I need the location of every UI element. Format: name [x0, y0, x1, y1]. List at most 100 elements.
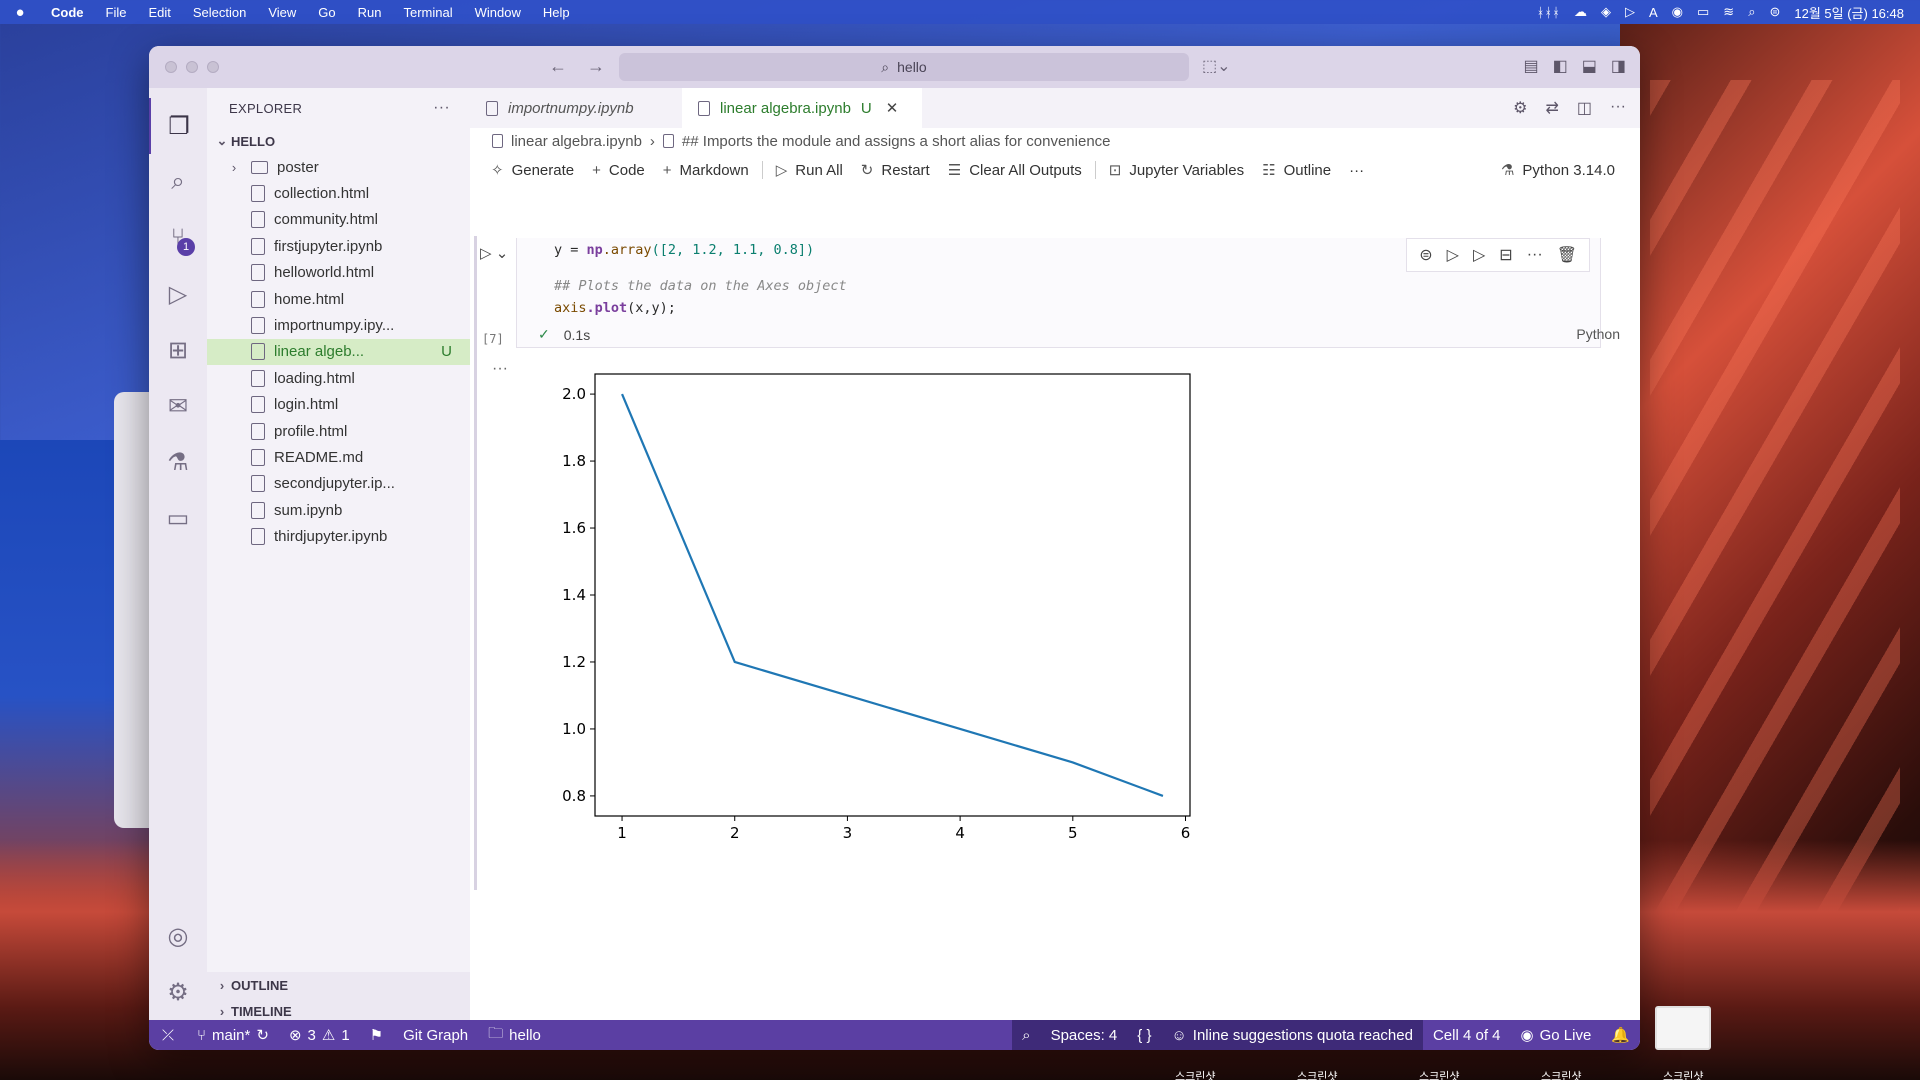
stack-icon[interactable]: ◈: [1601, 4, 1611, 20]
run-debug-icon[interactable]: ▷: [149, 266, 207, 322]
add-code-cell-button[interactable]: + Code: [583, 162, 654, 179]
explorer-activity-icon[interactable]: ❐: [149, 98, 207, 154]
tab-importnumpy[interactable]: importnumpy.ipynb: [470, 88, 682, 128]
debug-indicator-icon[interactable]: ⚑: [360, 1020, 393, 1050]
run-by-line-icon[interactable]: ⊜: [1419, 245, 1432, 265]
tree-item-poster[interactable]: › poster: [207, 154, 470, 180]
wifi-icon[interactable]: ≋: [1723, 4, 1734, 20]
more-actions-icon[interactable]: ···: [1610, 98, 1626, 118]
menu-edit[interactable]: Edit: [137, 5, 181, 20]
copilot-chat-icon[interactable]: ⬚⌄: [1202, 56, 1231, 76]
toggle-sidebar-icon[interactable]: ◧: [1553, 56, 1568, 76]
search-activity-icon[interactable]: ⌕: [149, 154, 207, 210]
desktop-file-label[interactable]: 스크린샷: [1663, 1068, 1703, 1080]
split-editor-icon[interactable]: ◫: [1577, 98, 1592, 118]
forward-arrow-icon[interactable]: →: [587, 56, 605, 77]
command-center-search[interactable]: ⌕ hello: [619, 53, 1189, 81]
breadcrumb-file[interactable]: linear algebra.ipynb: [511, 133, 642, 150]
execute-above-icon[interactable]: ▷: [1447, 245, 1459, 265]
outline-section[interactable]: › OUTLINE: [207, 972, 470, 998]
close-window-button[interactable]: [165, 61, 177, 73]
execute-below-icon[interactable]: ▷: [1473, 245, 1485, 265]
cloud-icon[interactable]: ☁: [1574, 4, 1587, 20]
control-center-icon[interactable]: ⊜: [1769, 4, 1780, 20]
tree-item-home[interactable]: home.html: [207, 286, 470, 312]
back-arrow-icon[interactable]: ←: [549, 56, 567, 77]
tab-linear-algebra[interactable]: linear algebra.ipynb U ✕: [682, 88, 922, 128]
background-finder-window[interactable]: [114, 392, 154, 828]
more-icon[interactable]: ···: [1527, 246, 1543, 264]
zoom-icon[interactable]: ⌕: [1012, 1020, 1041, 1050]
toggle-secondary-sidebar-icon[interactable]: ◨: [1611, 56, 1626, 76]
settings-gear-icon[interactable]: ⚙: [149, 964, 207, 1020]
go-live-button[interactable]: ◉ Go Live: [1511, 1020, 1602, 1050]
menu-help[interactable]: Help: [532, 5, 581, 20]
input-source-icon[interactable]: A: [1649, 5, 1658, 20]
cell-position[interactable]: Cell 4 of 4: [1423, 1020, 1511, 1050]
search-icon[interactable]: ⌕: [1748, 4, 1755, 20]
tree-item-community[interactable]: community.html: [207, 207, 470, 233]
close-tab-icon[interactable]: ✕: [886, 99, 899, 117]
jupyter-variables-button[interactable]: ⊡ Jupyter Variables: [1100, 161, 1253, 180]
tree-item-secondjupyter[interactable]: secondjupyter.ip...: [207, 471, 470, 497]
tree-item-sum[interactable]: sum.ipynb: [207, 497, 470, 523]
branch-indicator[interactable]: ⑂ main* ↻: [187, 1020, 279, 1050]
outline-button[interactable]: ☷ Outline: [1253, 161, 1340, 180]
tree-item-helloworld[interactable]: helloworld.html: [207, 260, 470, 286]
menubar-clock[interactable]: 12월 5일 (금) 16:48: [1794, 3, 1904, 22]
add-markdown-cell-button[interactable]: + Markdown: [654, 162, 758, 179]
user-icon[interactable]: ◉: [1672, 4, 1683, 20]
toggle-panel-icon[interactable]: ⬓: [1582, 56, 1597, 76]
notifications-bell-icon[interactable]: 🔔: [1601, 1020, 1640, 1050]
desktop-file-label[interactable]: 스크린샷: [1297, 1068, 1337, 1080]
language-braces[interactable]: { }: [1127, 1020, 1162, 1050]
kernel-picker[interactable]: ⚗ Python 3.14.0: [1492, 161, 1624, 180]
tree-item-profile[interactable]: profile.html: [207, 418, 470, 444]
tree-item-importnumpy[interactable]: importnumpy.ipy...: [207, 312, 470, 338]
remote-indicator-icon[interactable]: ⤫: [149, 1020, 187, 1050]
remote-explorer-icon[interactable]: ▭: [149, 490, 207, 546]
restart-button[interactable]: ↻ Restart: [852, 161, 939, 180]
compare-changes-icon[interactable]: ⇄: [1545, 98, 1558, 118]
desktop-file-label[interactable]: 스크린샷: [1419, 1068, 1459, 1080]
toolbar-more-button[interactable]: ···: [1340, 162, 1373, 179]
tree-item-collection[interactable]: collection.html: [207, 180, 470, 206]
extensions-icon[interactable]: ⊞: [149, 322, 207, 378]
problems-indicator[interactable]: ⊗ 3 ⚠ 1: [279, 1020, 360, 1050]
screenshot-thumbnail[interactable]: [1655, 1006, 1711, 1050]
tree-item-readme[interactable]: README.md: [207, 444, 470, 470]
customize-layout-icon[interactable]: ▤: [1524, 56, 1539, 76]
generate-button[interactable]: ✧ Generate: [482, 161, 583, 180]
folder-indicator[interactable]: 🗀 hello: [478, 1020, 551, 1050]
menu-go[interactable]: Go: [307, 5, 346, 20]
account-icon[interactable]: ◎: [149, 908, 207, 964]
menu-file[interactable]: File: [95, 5, 138, 20]
run-all-button[interactable]: ▷ Run All: [767, 161, 852, 180]
tree-item-linear-algebra[interactable]: linear algeb... U: [207, 338, 470, 366]
tree-item-firstjupyter[interactable]: firstjupyter.ipynb: [207, 233, 470, 259]
tree-item-thirdjupyter[interactable]: thirdjupyter.ipynb: [207, 523, 470, 549]
menu-terminal[interactable]: Terminal: [393, 5, 464, 20]
output-more-icon[interactable]: ···: [492, 360, 508, 378]
minimize-window-button[interactable]: [186, 61, 198, 73]
menu-app-code[interactable]: Code: [40, 5, 95, 20]
clear-outputs-button[interactable]: ☰ Clear All Outputs: [939, 161, 1091, 180]
apple-icon[interactable]: ●: [0, 4, 40, 21]
people-icon[interactable]: ᚼᚼᚼ: [1537, 5, 1560, 20]
explorer-more-icon[interactable]: ···: [433, 99, 450, 117]
desktop-file-label[interactable]: 스크린샷: [1175, 1068, 1215, 1080]
run-cell-button[interactable]: ▷ ⌄: [480, 244, 508, 262]
zoom-window-button[interactable]: [207, 61, 219, 73]
git-graph-button[interactable]: Git Graph: [393, 1020, 478, 1050]
copilot-status[interactable]: ☺ Inline suggestions quota reached: [1161, 1020, 1423, 1050]
tree-item-login[interactable]: login.html: [207, 392, 470, 418]
split-cell-icon[interactable]: ⊟: [1499, 245, 1512, 265]
breadcrumb-section[interactable]: ## Imports the module and assigns a shor…: [682, 133, 1111, 150]
delete-cell-icon[interactable]: 🗑: [1557, 245, 1577, 265]
tree-item-loading[interactable]: loading.html: [207, 365, 470, 391]
settings-gear-icon[interactable]: ⚙: [1513, 98, 1527, 118]
menu-view[interactable]: View: [257, 5, 307, 20]
chat-icon[interactable]: ✉: [149, 378, 207, 434]
menu-run[interactable]: Run: [347, 5, 393, 20]
play-circle-icon[interactable]: ▷: [1625, 4, 1635, 20]
